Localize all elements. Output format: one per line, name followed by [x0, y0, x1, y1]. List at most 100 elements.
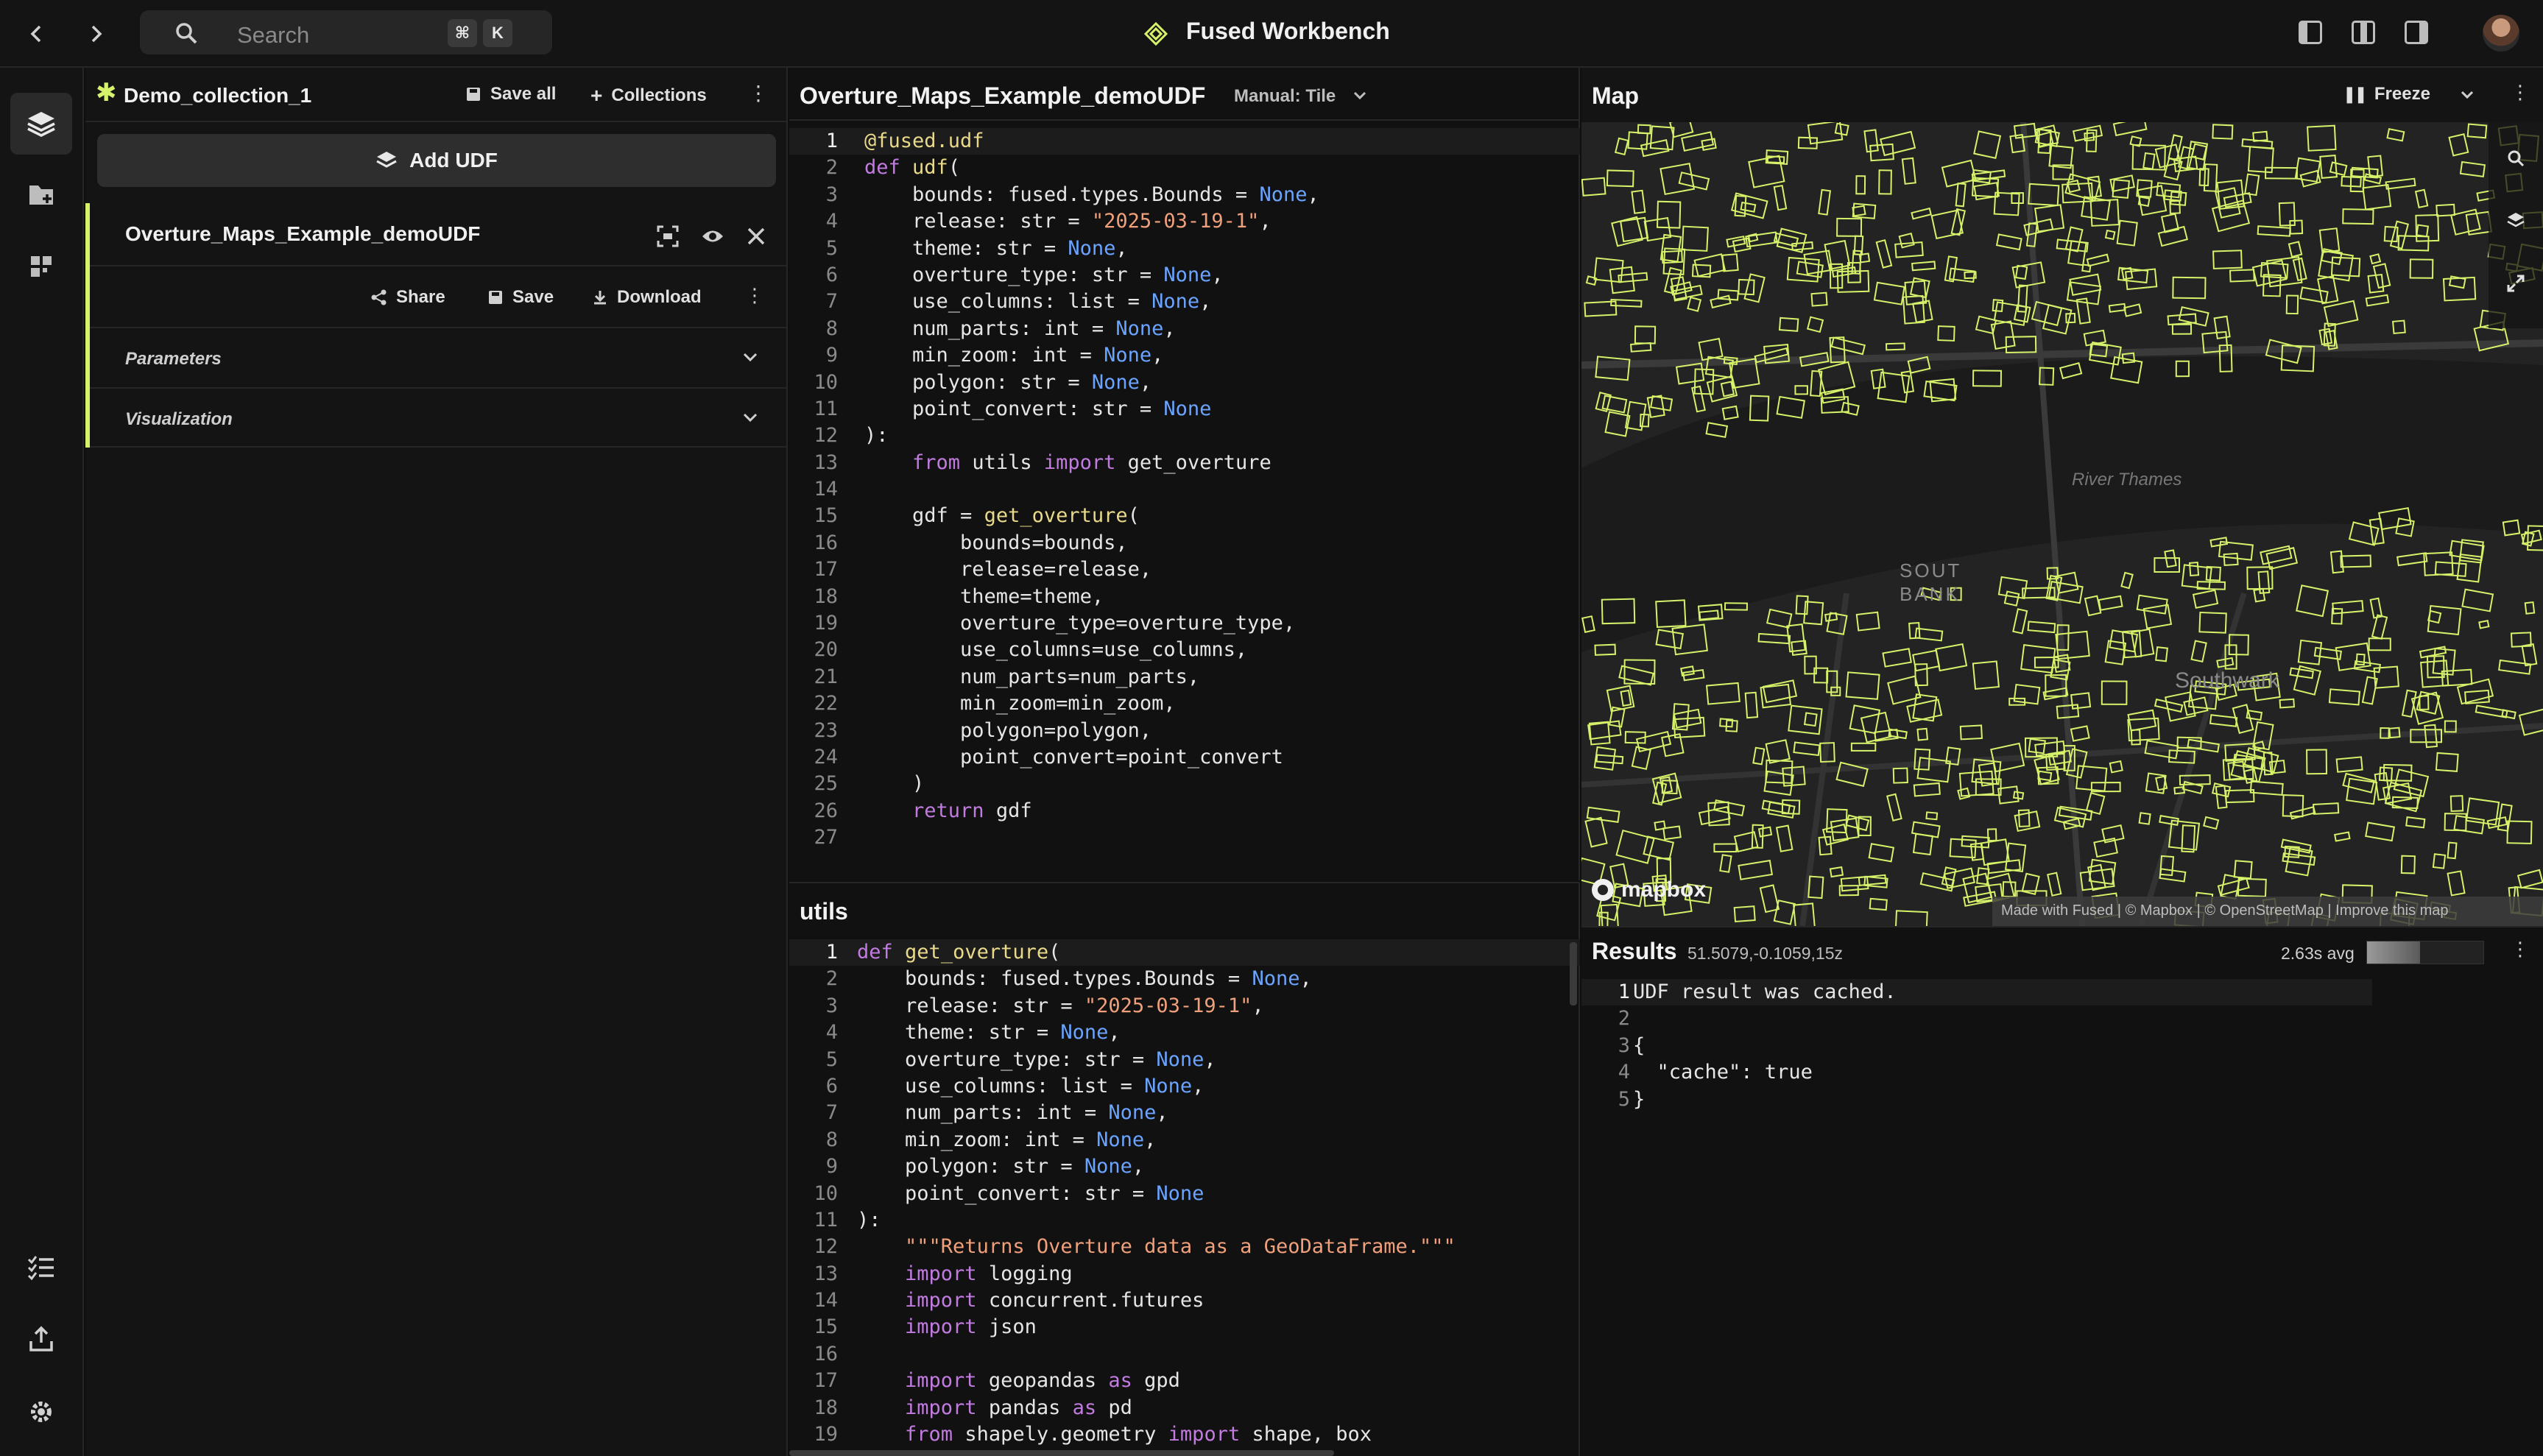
chevron-down-icon[interactable]: [1353, 91, 1366, 101]
code-line[interactable]: 19 overture_type=overture_type,: [789, 610, 1580, 637]
code-line[interactable]: 1 @fused.udf: [789, 128, 1580, 155]
code-line[interactable]: 10 polygon: str = None,: [789, 370, 1580, 396]
udf-code-editor[interactable]: Overture_Maps_Example_demoUDF Manual: Ti…: [789, 68, 1580, 880]
code-line[interactable]: 18 theme=theme,: [789, 584, 1580, 610]
code-line[interactable]: 2: [1581, 1006, 2372, 1032]
code-line[interactable]: 15 gdf = get_overture(: [789, 503, 1580, 529]
horizontal-scrollbar[interactable]: [789, 1450, 1334, 1456]
layers-icon[interactable]: [2506, 211, 2525, 230]
code-line[interactable]: 3 release: str = "2025-03-19-1",: [789, 993, 1580, 1019]
code-line[interactable]: 12):: [789, 423, 1580, 449]
utils-code-editor[interactable]: utils 1 def get_overture(2 bounds: fused.…: [789, 882, 1580, 1456]
more-vertical-icon[interactable]: ⋮: [2511, 938, 2530, 961]
code-line[interactable]: 4 theme: str = None,: [789, 1019, 1580, 1046]
code-line[interactable]: 20 use_columns=use_columns,: [789, 637, 1580, 663]
code-line[interactable]: 8 min_zoom: int = None,: [789, 1127, 1580, 1153]
layout-right-panel-icon[interactable]: [2405, 21, 2428, 44]
code-line[interactable]: 25 ): [789, 771, 1580, 797]
download-button[interactable]: Download: [592, 287, 702, 308]
parameters-accordion[interactable]: Parameters: [90, 328, 788, 389]
code-line[interactable]: 13 import logging: [789, 1261, 1580, 1287]
code-line[interactable]: 9 polygon: str = None,: [789, 1153, 1580, 1180]
search-input[interactable]: Search ⌘ K: [140, 10, 552, 54]
code-line[interactable]: 16 bounds=bounds,: [789, 530, 1580, 556]
collection-name[interactable]: Demo_collection_1: [124, 84, 311, 107]
collection-header: ✱ Demo_collection_1 Save all + Collectio…: [85, 68, 788, 122]
save-button[interactable]: Save: [487, 287, 554, 308]
code-line[interactable]: 8 num_parts: int = None,: [789, 316, 1580, 342]
code-line[interactable]: 16: [789, 1341, 1580, 1368]
code-line[interactable]: 14 import concurrent.futures: [789, 1287, 1580, 1314]
code-line[interactable]: 9 min_zoom: int = None,: [789, 342, 1580, 369]
mapbox-logo[interactable]: mapbox: [1590, 877, 1706, 902]
code-line[interactable]: 11):: [789, 1207, 1580, 1234]
code-line[interactable]: 7 num_parts: int = None,: [789, 1100, 1580, 1126]
rail-udfs-button[interactable]: [10, 93, 72, 155]
code-line[interactable]: 13 from utils import get_overture: [789, 450, 1580, 476]
code-line[interactable]: 17 release=release,: [789, 556, 1580, 583]
expand-icon[interactable]: [2506, 274, 2525, 293]
avatar[interactable]: [2483, 15, 2519, 52]
search-icon[interactable]: [2506, 149, 2525, 168]
focus-icon[interactable]: [657, 225, 679, 247]
visualization-accordion[interactable]: Visualization: [90, 389, 788, 448]
code-line[interactable]: 10 point_convert: str = None: [789, 1181, 1580, 1207]
building: [2307, 124, 2337, 152]
share-button[interactable]: Share: [371, 287, 445, 308]
eye-icon[interactable]: [701, 225, 724, 247]
more-vertical-icon[interactable]: ⋮: [2511, 81, 2530, 104]
code-line[interactable]: 5 theme: str = None,: [789, 236, 1580, 262]
code-line[interactable]: 26 return gdf: [789, 798, 1580, 824]
chevron-down-icon[interactable]: [2461, 90, 2474, 100]
code-line[interactable]: 2 bounds: fused.types.Bounds = None,: [789, 966, 1580, 992]
code-line[interactable]: 5}: [1581, 1086, 2372, 1113]
code-line[interactable]: 21 num_parts=num_parts,: [789, 664, 1580, 690]
code-line[interactable]: 11 point_convert: str = None: [789, 396, 1580, 423]
back-button[interactable]: [19, 16, 54, 52]
code-line[interactable]: 5 overture_type: str = None,: [789, 1047, 1580, 1073]
code-line[interactable]: 23 polygon=polygon,: [789, 718, 1580, 744]
rail-share-button[interactable]: [10, 1309, 72, 1371]
map-attribution[interactable]: Made with Fused | © Mapbox | © OpenStree…: [1992, 897, 2543, 926]
code-lines[interactable]: 1 def get_overture(2 bounds: fused.types.…: [789, 939, 1580, 1448]
code-line[interactable]: 7 use_columns: list = None,: [789, 289, 1580, 315]
code-line[interactable]: 3 bounds: fused.types.Bounds = None,: [789, 182, 1580, 208]
rail-jobs-button[interactable]: [10, 1237, 72, 1298]
code-line[interactable]: 2 def udf(: [789, 155, 1580, 181]
code-line[interactable]: 18 import pandas as pd: [789, 1395, 1580, 1421]
map-canvas[interactable]: River Thames SOUT BANK Southwark mapbox …: [1581, 122, 2543, 926]
code-line[interactable]: 4 "cache": true: [1581, 1059, 2372, 1086]
code-line[interactable]: 3{: [1581, 1033, 2372, 1059]
code-line[interactable]: 27: [789, 824, 1580, 851]
code-line[interactable]: 24 point_convert=point_convert: [789, 744, 1580, 771]
code-line[interactable]: 4 release: str = "2025-03-19-1",: [789, 208, 1580, 235]
add-udf-button[interactable]: Add UDF: [97, 134, 776, 187]
rail-apps-button[interactable]: [10, 236, 72, 297]
collections-button[interactable]: + Collections: [590, 84, 707, 107]
code-lines[interactable]: 1 @fused.udf 2 def udf(3 bounds: fused.type…: [789, 128, 1580, 852]
code-line[interactable]: 6 overture_type: str = None,: [789, 262, 1580, 289]
udf-card[interactable]: Overture_Maps_Example_demoUDF Share Save…: [85, 203, 788, 448]
code-line[interactable]: 1 UDF result was cached.: [1581, 979, 2372, 1006]
code-line[interactable]: 22 min_zoom=min_zoom,: [789, 690, 1580, 717]
rail-files-button[interactable]: [10, 163, 72, 225]
vertical-scrollbar[interactable]: [1570, 942, 1577, 1006]
code-line[interactable]: 1 def get_overture(: [789, 939, 1580, 966]
mode-select[interactable]: Manual: Tile: [1234, 86, 1336, 107]
code-line[interactable]: 14: [789, 476, 1580, 503]
rail-settings-button[interactable]: [10, 1381, 72, 1443]
code-line[interactable]: 6 use_columns: list = None,: [789, 1073, 1580, 1100]
code-line[interactable]: 12 """Returns Overture data as a GeoData…: [789, 1234, 1580, 1260]
freeze-button[interactable]: ❚❚ Freeze: [2343, 84, 2430, 105]
layout-center-panel-icon[interactable]: [2352, 21, 2375, 44]
code-line[interactable]: 15 import json: [789, 1314, 1580, 1340]
code-line[interactable]: 19 from shapely.geometry import shape, b…: [789, 1421, 1580, 1448]
forward-button[interactable]: [78, 16, 113, 52]
layout-left-panel-icon[interactable]: [2299, 21, 2322, 44]
code-line[interactable]: 17 import geopandas as gpd: [789, 1368, 1580, 1394]
save-all-button[interactable]: Save all: [465, 84, 556, 105]
close-icon[interactable]: [747, 227, 766, 246]
more-vertical-icon[interactable]: ⋮: [748, 81, 769, 105]
udf-name[interactable]: Overture_Maps_Example_demoUDF: [125, 222, 480, 246]
more-vertical-icon[interactable]: ⋮: [745, 284, 764, 307]
